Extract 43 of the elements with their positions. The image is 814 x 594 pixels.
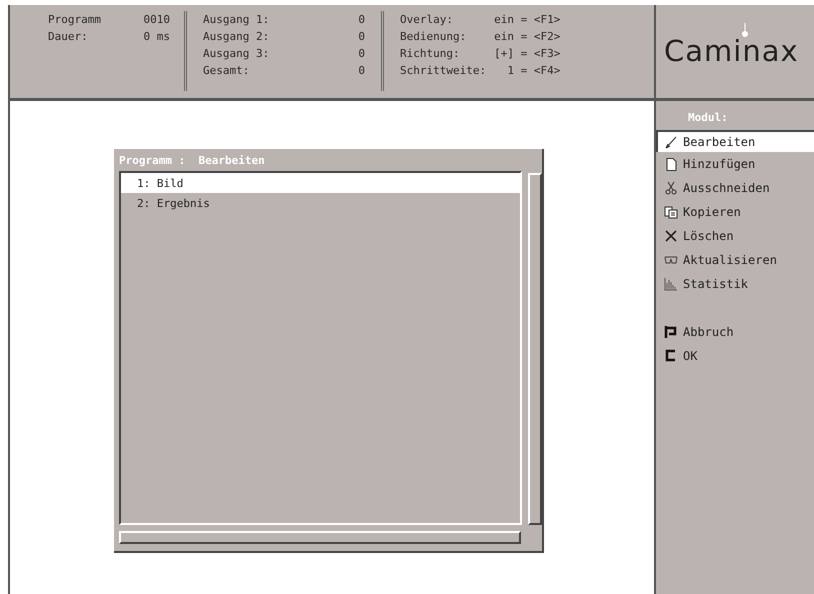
- copy-icon: [664, 205, 678, 219]
- output-value: 0: [357, 13, 365, 26]
- bar-chart-icon: [664, 277, 678, 291]
- enter-icon: [664, 349, 678, 363]
- setting-value: ein = <F2>: [494, 30, 560, 43]
- page-icon: [664, 157, 678, 171]
- output-value: 0: [357, 30, 365, 43]
- delete-icon: [664, 229, 678, 243]
- output-label: Gesamt:: [203, 64, 250, 77]
- setting-value: ein = <F1>: [494, 13, 560, 26]
- info-label: Dauer:: [48, 30, 89, 43]
- menu-item[interactable]: Löschen: [656, 224, 814, 248]
- output-value: 0: [357, 64, 365, 77]
- output-label: Ausgang 1:: [203, 13, 270, 26]
- cancel-icon: [664, 325, 678, 339]
- setting-value: 1 = <F4>: [506, 64, 560, 77]
- menu-item[interactable]: OK: [656, 344, 814, 368]
- output-value: 0: [357, 47, 365, 60]
- info-value: 0010: [142, 13, 170, 26]
- menu-item[interactable]: Ausschneiden: [656, 176, 814, 200]
- list-item[interactable]: 1: Bild: [121, 173, 520, 193]
- logo: Caminax: [664, 37, 799, 66]
- info-label: Programm: [48, 13, 102, 26]
- menu-item[interactable]: Hinzufügen: [656, 152, 814, 176]
- menu-item[interactable]: Abbruch: [656, 320, 814, 344]
- output-label: Ausgang 2:: [203, 30, 270, 43]
- scissors-icon: [664, 181, 678, 195]
- dialog-title: Programm : Bearbeiten: [119, 153, 265, 169]
- menu-item[interactable]: Kopieren: [656, 200, 814, 224]
- horizontal-scrollbar[interactable]: [119, 531, 521, 544]
- setting-label: Bedienung:: [400, 30, 468, 43]
- setting-value: [+] = <F3>: [494, 47, 560, 60]
- setting-label: Schrittweite:: [400, 64, 486, 77]
- menu-item[interactable]: Statistik: [656, 272, 814, 296]
- sidebar-heading: Modul:: [687, 111, 728, 124]
- info-value: 0 ms: [142, 30, 170, 43]
- setting-label: Overlay:: [400, 13, 454, 26]
- output-label: Ausgang 3:: [203, 47, 270, 60]
- list-item[interactable]: 2: Ergebnis: [121, 193, 520, 213]
- setting-label: Richtung:: [400, 47, 461, 60]
- menu-item[interactable]: Aktualisieren: [656, 248, 814, 272]
- menu-item[interactable]: Bearbeiten: [656, 130, 814, 152]
- vertical-scrollbar[interactable]: [528, 173, 542, 525]
